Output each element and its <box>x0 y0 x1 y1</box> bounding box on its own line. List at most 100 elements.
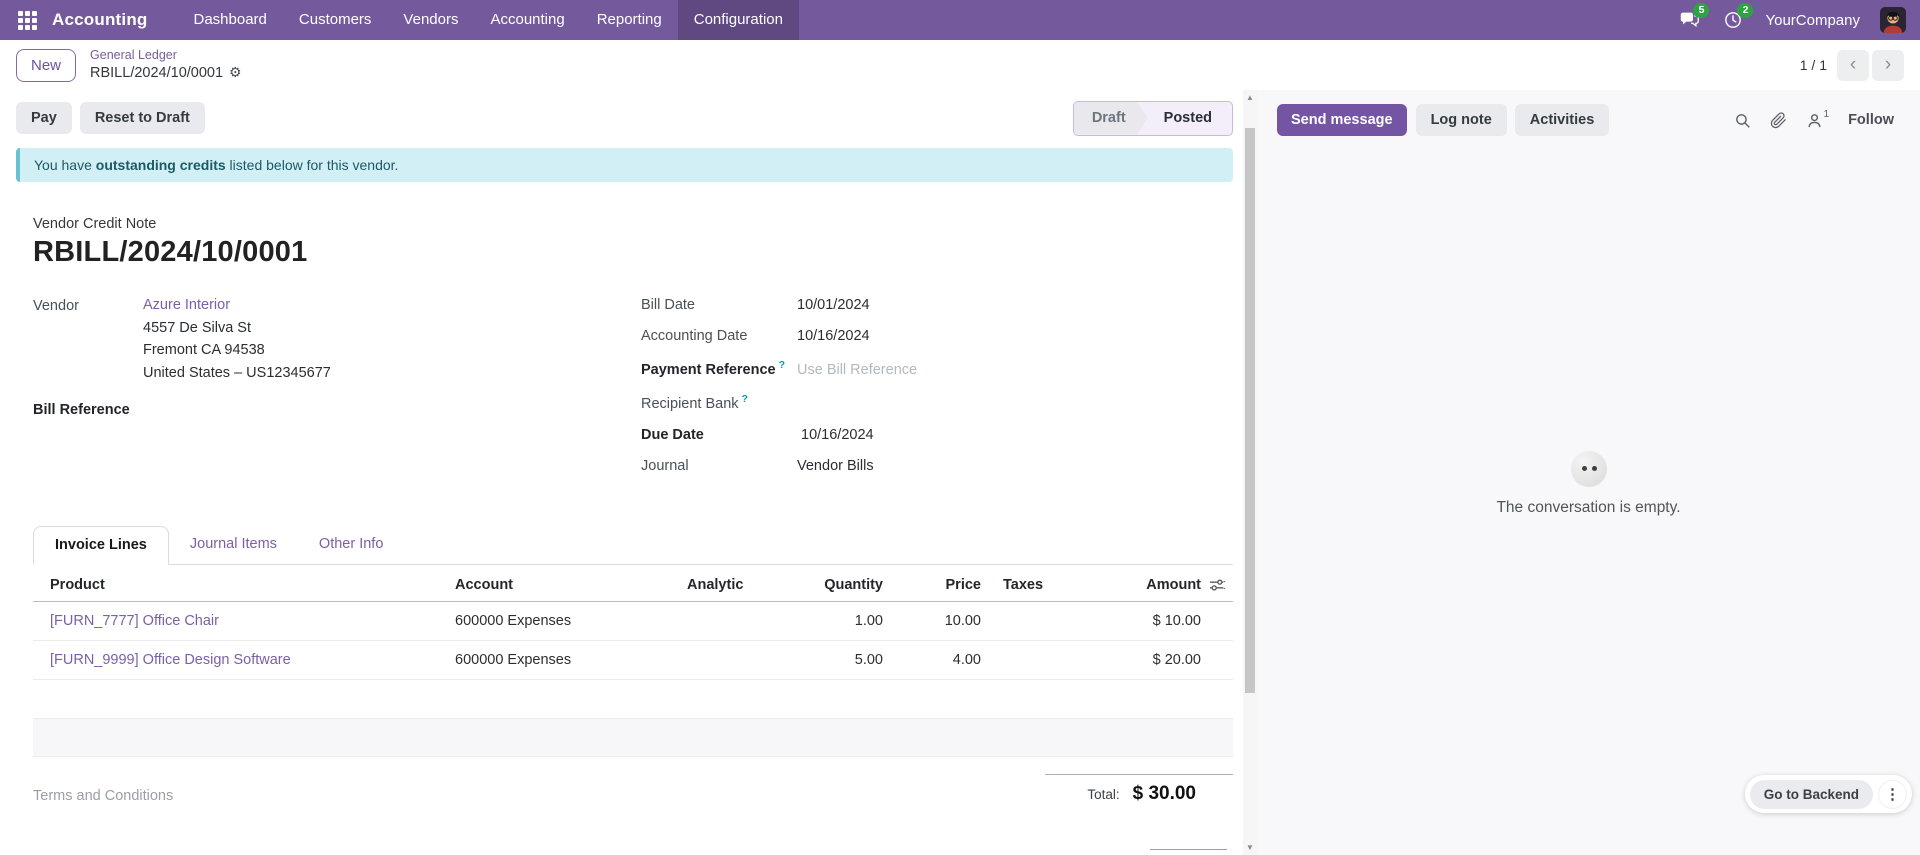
attachment-paperclip-icon[interactable] <box>1770 112 1787 129</box>
chatter-icons: 1 Follow <box>1734 112 1894 129</box>
menu-accounting[interactable]: Accounting <box>474 0 580 40</box>
reset-to-draft-button[interactable]: Reset to Draft <box>80 102 205 134</box>
outstanding-credits-alert: You have outstanding credits listed belo… <box>16 148 1233 182</box>
accounting-date-value[interactable]: 10/16/2024 <box>797 328 870 344</box>
scrollbar-down-arrow[interactable]: ▼ <box>1243 843 1257 852</box>
due-date-field: Due Date 10/16/2024 <box>641 427 1231 443</box>
empty-face-icon <box>1571 451 1607 487</box>
invoice-line-row[interactable]: [FURN_7777] Office Chair 600000 Expenses… <box>33 602 1233 641</box>
state-posted[interactable]: Posted <box>1148 102 1232 135</box>
apps-grid-icon[interactable] <box>14 7 40 33</box>
vendor-address: 4557 De Silva St Fremont CA 94538 United… <box>143 317 608 384</box>
bill-date-label: Bill Date <box>641 297 797 313</box>
backend-pill: Go to Backend ⋮ <box>1745 775 1912 813</box>
address-line: 4557 De Silva St <box>143 317 608 339</box>
journal-label: Journal <box>641 458 797 474</box>
line-account[interactable]: 600000 Expenses <box>455 613 687 629</box>
invoice-line-row[interactable]: [FURN_9999] Office Design Software 60000… <box>33 641 1233 680</box>
recipient-bank-label: Recipient Bank? <box>641 393 797 412</box>
journal-value[interactable]: Vendor Bills <box>797 458 874 474</box>
control-panel: New General Ledger RBILL/2024/10/0001 ⚙ … <box>0 40 1920 90</box>
optional-columns-icon[interactable] <box>1201 578 1233 592</box>
tab-journal-items[interactable]: Journal Items <box>169 526 298 565</box>
menu-vendors[interactable]: Vendors <box>387 0 474 40</box>
scrollbar-up-arrow[interactable]: ▲ <box>1243 93 1257 102</box>
journal-field: Journal Vendor Bills <box>641 458 1231 474</box>
menu-customers[interactable]: Customers <box>283 0 388 40</box>
line-amount[interactable]: $ 20.00 <box>1096 652 1201 668</box>
messages-icon[interactable]: 5 <box>1677 8 1701 32</box>
totals-box: Total: $ 30.00 <box>1045 774 1233 805</box>
address-line: United States – US12345677 <box>143 362 608 384</box>
followers-icon[interactable]: 1 <box>1806 112 1830 129</box>
state-draft[interactable]: Draft <box>1074 102 1148 135</box>
tab-invoice-lines[interactable]: Invoice Lines <box>33 526 169 565</box>
state-widget: Draft Posted <box>1073 101 1233 136</box>
activities-clock-icon[interactable]: 2 <box>1721 8 1745 32</box>
vertical-scrollbar[interactable]: ▲ ▼ <box>1243 90 1257 855</box>
pager-next-button[interactable]: › <box>1872 50 1904 81</box>
col-price: Price <box>883 577 981 593</box>
total-label: Total: <box>1087 787 1119 802</box>
alert-text: You have outstanding credits listed belo… <box>34 157 398 173</box>
line-product-link[interactable]: [FURN_9999] Office Design Software <box>33 652 455 668</box>
vendor-field: Vendor Azure Interior <box>33 297 608 314</box>
pager-count[interactable]: 1 / 1 <box>1800 57 1827 73</box>
line-price[interactable]: 4.00 <box>883 652 981 668</box>
activities-button[interactable]: Activities <box>1515 104 1609 136</box>
due-date-value[interactable]: 10/16/2024 <box>801 427 874 443</box>
line-price[interactable]: 10.00 <box>883 613 981 629</box>
accounting-date-label: Accounting Date <box>641 328 797 344</box>
search-icon[interactable] <box>1734 112 1751 129</box>
menu-dashboard[interactable]: Dashboard <box>178 0 283 40</box>
col-quantity: Quantity <box>787 577 883 593</box>
more-options-dots-icon[interactable]: ⋮ <box>1878 780 1907 809</box>
tab-other-info[interactable]: Other Info <box>298 526 404 565</box>
app-name[interactable]: Accounting <box>52 10 148 30</box>
help-icon: ? <box>742 393 748 405</box>
vendor-link[interactable]: Azure Interior <box>143 297 230 314</box>
menu-configuration[interactable]: Configuration <box>678 0 799 40</box>
col-product: Product <box>33 577 455 593</box>
field-column-left: Vendor Azure Interior 4557 De Silva St F… <box>33 297 608 489</box>
payment-reference-field: Payment Reference? Use Bill Reference <box>641 359 1231 378</box>
new-button[interactable]: New <box>16 49 76 82</box>
pager: 1 / 1 ‹ › <box>1800 50 1904 81</box>
line-amount[interactable]: $ 10.00 <box>1096 613 1201 629</box>
empty-conversation: The conversation is empty. <box>1257 451 1920 517</box>
gear-icon[interactable]: ⚙ <box>229 64 242 82</box>
go-to-backend-button[interactable]: Go to Backend <box>1750 780 1873 809</box>
messages-badge: 5 <box>1693 3 1709 18</box>
line-account[interactable]: 600000 Expenses <box>455 652 687 668</box>
col-account: Account <box>455 577 687 593</box>
total-value: $ 30.00 <box>1133 783 1196 805</box>
scrollbar-thumb[interactable] <box>1245 128 1255 693</box>
field-column-right: Bill Date 10/01/2024 Accounting Date 10/… <box>641 297 1231 489</box>
empty-line-row[interactable] <box>33 680 1233 719</box>
col-analytic: Analytic <box>687 577 787 593</box>
document-type-label: Vendor Credit Note <box>33 216 1243 232</box>
line-quantity[interactable]: 1.00 <box>787 613 883 629</box>
log-note-button[interactable]: Log note <box>1416 104 1507 136</box>
line-product-link[interactable]: [FURN_7777] Office Chair <box>33 613 455 629</box>
pager-previous-button[interactable]: ‹ <box>1837 50 1869 81</box>
send-message-button[interactable]: Send message <box>1277 104 1407 136</box>
breadcrumb-parent-link[interactable]: General Ledger <box>90 48 242 64</box>
bill-date-field: Bill Date 10/01/2024 <box>641 297 1231 313</box>
menu-reporting[interactable]: Reporting <box>581 0 678 40</box>
payment-reference-input[interactable]: Use Bill Reference <box>797 362 917 378</box>
terms-and-conditions-input[interactable]: Terms and Conditions <box>33 774 1045 805</box>
user-avatar[interactable] <box>1880 7 1906 33</box>
pay-button[interactable]: Pay <box>16 102 72 134</box>
main-menu: Dashboard Customers Vendors Accounting R… <box>178 0 799 40</box>
company-switcher[interactable]: YourCompany <box>1765 12 1860 29</box>
bill-reference-label: Bill Reference <box>33 402 608 418</box>
follower-count: 1 <box>1824 109 1830 120</box>
bill-date-value[interactable]: 10/01/2024 <box>797 297 870 313</box>
apps-grid-glyph <box>18 11 37 30</box>
notebook-tabs: Invoice Lines Journal Items Other Info <box>33 525 1233 565</box>
follow-button[interactable]: Follow <box>1848 112 1894 128</box>
vendor-label: Vendor <box>33 297 143 314</box>
line-quantity[interactable]: 5.00 <box>787 652 883 668</box>
address-line: Fremont CA 94538 <box>143 339 608 361</box>
